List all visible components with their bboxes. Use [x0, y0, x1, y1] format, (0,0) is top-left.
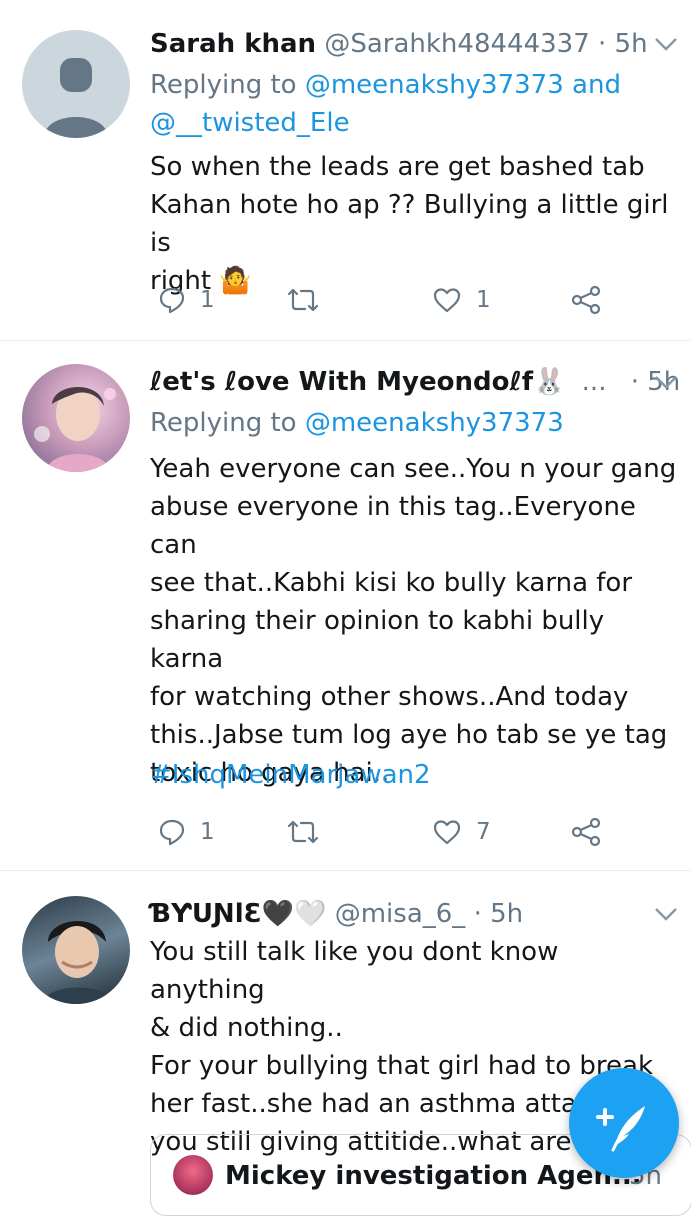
chevron-down-icon[interactable] [653, 894, 679, 934]
default-user-icon [44, 58, 108, 138]
reply-count: 1 [200, 287, 215, 313]
quoted-avatar [173, 1155, 213, 1195]
tweet-line: this..Jabse tum log aye ho tab se ye tag [150, 720, 668, 750]
reply-button[interactable]: 1 [158, 812, 215, 852]
tweet-header: ℓet's ℓove With Myeondoℓf🐰 ... · 5h [150, 362, 680, 402]
chevron-down-icon[interactable] [653, 362, 679, 402]
like-icon [433, 288, 461, 313]
avatar-photo[interactable] [22, 896, 130, 1004]
user-name[interactable]: ℓet's ℓove With Myeondoℓf🐰 [150, 367, 565, 397]
mention-link[interactable]: @meenakshy37373 [305, 408, 564, 438]
tweet-line: So when the leads are get bashed tab [150, 152, 645, 182]
user-name[interactable]: ƁƳUƝlƐ🖤🤍 [150, 899, 326, 929]
tweet-time: 5h [490, 899, 524, 929]
tweet-header: ƁƳUƝlƐ🖤🤍 @misa_6_ · 5h [150, 894, 671, 934]
profile-photo [34, 387, 116, 472]
user-handle[interactable]: @misa_6_ [335, 899, 466, 929]
reply-count: 1 [200, 819, 215, 845]
replying-to: Replying to @meenakshy37373 and @__twist… [150, 66, 671, 142]
like-count: 7 [476, 819, 491, 845]
separator-dot: · [630, 367, 639, 397]
mention-link[interactable]: @__twisted_Ele [150, 108, 350, 138]
tweet-line: Yeah everyone can see..You n your gang [150, 454, 677, 484]
avatar-default[interactable] [22, 30, 130, 138]
replying-to: Replying to @meenakshy37373 [150, 404, 671, 442]
avatar-photo[interactable] [22, 364, 130, 472]
like-button[interactable]: 7 [432, 812, 491, 852]
tweet-line: for watching other shows..And today [150, 682, 629, 712]
tweet-2[interactable]: ℓet's ℓove With Myeondoℓf🐰 ... · 5h Repl… [0, 340, 691, 871]
tweet-line: abuse everyone in this tag..Everyone can [150, 492, 636, 560]
like-icon [433, 820, 461, 845]
reply-icon [159, 819, 185, 846]
replying-prefix: Replying to [150, 408, 297, 438]
tweet-text: So when the leads are get bashed tab Kah… [150, 148, 677, 300]
compose-icon [596, 1106, 645, 1152]
tweet-1[interactable]: Sarah khan @Sarahkh48444337 · 5h Replyin… [0, 0, 691, 341]
retweet-icon [287, 288, 319, 312]
tweet-header: Sarah khan @Sarahkh48444337 · 5h [150, 24, 671, 64]
user-name[interactable]: Sarah khan [150, 29, 316, 59]
tweet-line: & did nothing.. [150, 1013, 343, 1043]
share-icon [571, 817, 601, 847]
share-button[interactable] [570, 280, 602, 320]
chevron-down-icon[interactable] [653, 24, 679, 64]
tweet-text: Yeah everyone can see..You n your gang a… [150, 450, 677, 792]
share-icon [571, 285, 601, 315]
reply-button[interactable]: 1 [158, 280, 215, 320]
share-button[interactable] [570, 812, 602, 852]
like-button[interactable]: 1 [432, 280, 491, 320]
like-count: 1 [476, 287, 491, 313]
tweet-line: see that..Kabhi kisi ko bully karna for [150, 568, 633, 598]
tweet-actions: 1 1 [150, 280, 630, 320]
separator-dot: · [598, 29, 607, 59]
replying-prefix: Replying to [150, 70, 297, 100]
name-ellipsis: ... [581, 367, 607, 397]
retweet-icon [287, 820, 319, 844]
mention-joiner[interactable]: and [572, 70, 621, 100]
compose-tweet-button[interactable] [569, 1068, 679, 1178]
user-handle[interactable]: @Sarahkh48444337 [324, 29, 589, 59]
profile-photo [42, 920, 114, 1004]
tweet-line: You still talk like you dont know anythi… [150, 937, 559, 1005]
tweet-line: Kahan hote ho ap ?? Bullying a little gi… [150, 190, 669, 258]
mention-link[interactable]: @meenakshy37373 [305, 70, 564, 100]
tweet-actions: 1 7 [150, 812, 630, 852]
retweet-button[interactable] [286, 280, 320, 320]
hashtag-link[interactable]: #IshqMeinMarjawan2 [150, 756, 431, 794]
tweet-line: sharing their opinion to kabhi bully kar… [150, 606, 605, 674]
separator-dot: · [473, 899, 482, 929]
retweet-button[interactable] [286, 812, 320, 852]
tweet-time: 5h [614, 29, 648, 59]
reply-icon [159, 287, 185, 314]
